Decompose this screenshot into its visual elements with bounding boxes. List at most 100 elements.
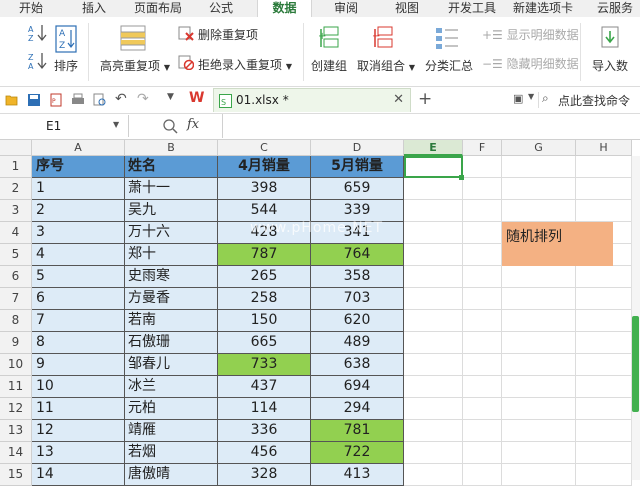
table-cell[interactable]: 336 [218,420,311,442]
active-cell-selection[interactable] [404,156,463,178]
create-group-icon[interactable]: + [318,25,342,51]
cell[interactable] [502,354,576,376]
column-header-h[interactable]: H [576,140,632,156]
sort-icon[interactable]: A Z [54,25,78,53]
document-tab[interactable]: S 01.xlsx * ✕ [213,88,411,112]
table-cell[interactable]: 若烟 [125,442,218,464]
table-cell[interactable]: 413 [311,464,404,486]
row-header[interactable]: 4 [0,222,32,244]
subtotal-icon[interactable] [434,25,460,51]
table-cell[interactable]: 13 [32,442,125,464]
cell[interactable] [576,288,632,310]
table-cell[interactable]: 唐傲晴 [125,464,218,486]
tab-data[interactable]: 数据 [257,0,312,17]
name-box[interactable]: E1 ▼ [0,115,129,137]
cell[interactable] [576,178,632,200]
column-header-a[interactable]: A [32,140,125,156]
table-cell[interactable]: 733 [218,354,311,376]
cell[interactable] [463,310,502,332]
cell[interactable] [502,376,576,398]
cell[interactable] [576,332,632,354]
cell[interactable] [463,200,502,222]
tab-cloud[interactable]: 云服务 [597,0,633,17]
highlight-duplicates-button[interactable]: 高亮重复项 ▼ [100,57,170,74]
table-cell[interactable]: 2 [32,200,125,222]
column-header-e[interactable]: E [404,140,463,156]
table-cell[interactable]: 5 [32,266,125,288]
cell[interactable] [463,464,502,486]
zoom-formula-icon[interactable] [162,118,178,134]
cell[interactable] [404,332,463,354]
create-group-button[interactable]: 创建组 [311,57,347,74]
sort-descending-icon[interactable]: Z A [28,51,48,71]
search-icon[interactable]: ⌕ [542,91,556,105]
cell[interactable] [463,442,502,464]
table-cell[interactable]: 722 [311,442,404,464]
cell[interactable] [502,310,576,332]
table-header-cell[interactable]: 姓名 [125,156,218,178]
table-cell[interactable]: 638 [311,354,404,376]
table-cell[interactable]: 1 [32,178,125,200]
table-cell[interactable]: 11 [32,398,125,420]
highlight-duplicates-icon[interactable] [120,25,146,51]
table-cell[interactable]: 6 [32,288,125,310]
reject-duplicates-icon[interactable] [178,54,194,70]
cell[interactable] [502,178,576,200]
cell[interactable] [576,398,632,420]
export-pdf-icon[interactable]: P [49,93,63,107]
cell[interactable] [502,200,576,222]
cell[interactable] [502,156,576,178]
cell[interactable] [576,156,632,178]
table-header-cell[interactable]: 序号 [32,156,125,178]
table-cell[interactable]: 358 [311,266,404,288]
redo-icon[interactable]: ↷ [137,91,151,107]
table-cell[interactable]: 9 [32,354,125,376]
cell[interactable] [576,266,632,288]
cell[interactable] [463,178,502,200]
tab-review[interactable]: 审阅 [334,0,358,17]
insert-function-button[interactable]: fx [187,117,199,132]
cell[interactable] [404,222,463,244]
row-header[interactable]: 3 [0,200,32,222]
cell[interactable] [502,464,576,486]
row-header[interactable]: 8 [0,310,32,332]
table-cell[interactable]: 12 [32,420,125,442]
table-cell[interactable]: 659 [311,178,404,200]
table-cell[interactable]: 若南 [125,310,218,332]
row-header[interactable]: 15 [0,464,32,486]
remove-duplicates-button[interactable]: 删除重复项 [198,26,258,43]
row-header[interactable]: 6 [0,266,32,288]
cell[interactable] [576,354,632,376]
row-header[interactable]: 7 [0,288,32,310]
table-cell[interactable]: 437 [218,376,311,398]
table-cell[interactable]: 靖雁 [125,420,218,442]
new-tab-icon[interactable]: + [418,89,432,109]
cell[interactable] [502,398,576,420]
row-header[interactable]: 9 [0,332,32,354]
table-cell[interactable]: 史雨寒 [125,266,218,288]
reject-duplicates-button[interactable]: 拒绝录入重复项 ▼ [198,56,292,73]
table-cell[interactable]: 邹春儿 [125,354,218,376]
table-cell[interactable]: 489 [311,332,404,354]
row-header[interactable]: 12 [0,398,32,420]
search-command-button[interactable]: 点此查找命令 [558,92,630,109]
column-header-f[interactable]: F [463,140,502,156]
cell[interactable] [463,398,502,420]
cell[interactable] [502,288,576,310]
ungroup-button[interactable]: 取消组合 ▼ [357,57,415,74]
cell[interactable] [404,442,463,464]
cell[interactable] [404,266,463,288]
tab-home[interactable]: 开始 [19,0,43,17]
table-cell[interactable]: 787 [218,244,311,266]
cell[interactable] [404,376,463,398]
tab-new[interactable]: 新建选项卡 [513,0,573,17]
table-cell[interactable]: 8 [32,332,125,354]
table-cell[interactable]: 3 [32,222,125,244]
table-cell[interactable]: 398 [218,178,311,200]
cell[interactable] [576,442,632,464]
tab-developer[interactable]: 开发工具 [448,0,496,17]
table-cell[interactable]: 114 [218,398,311,420]
tab-view[interactable]: 视图 [395,0,419,17]
show-detail-button[interactable]: +☰ 显示明细数据 [482,26,579,43]
cell[interactable] [576,310,632,332]
